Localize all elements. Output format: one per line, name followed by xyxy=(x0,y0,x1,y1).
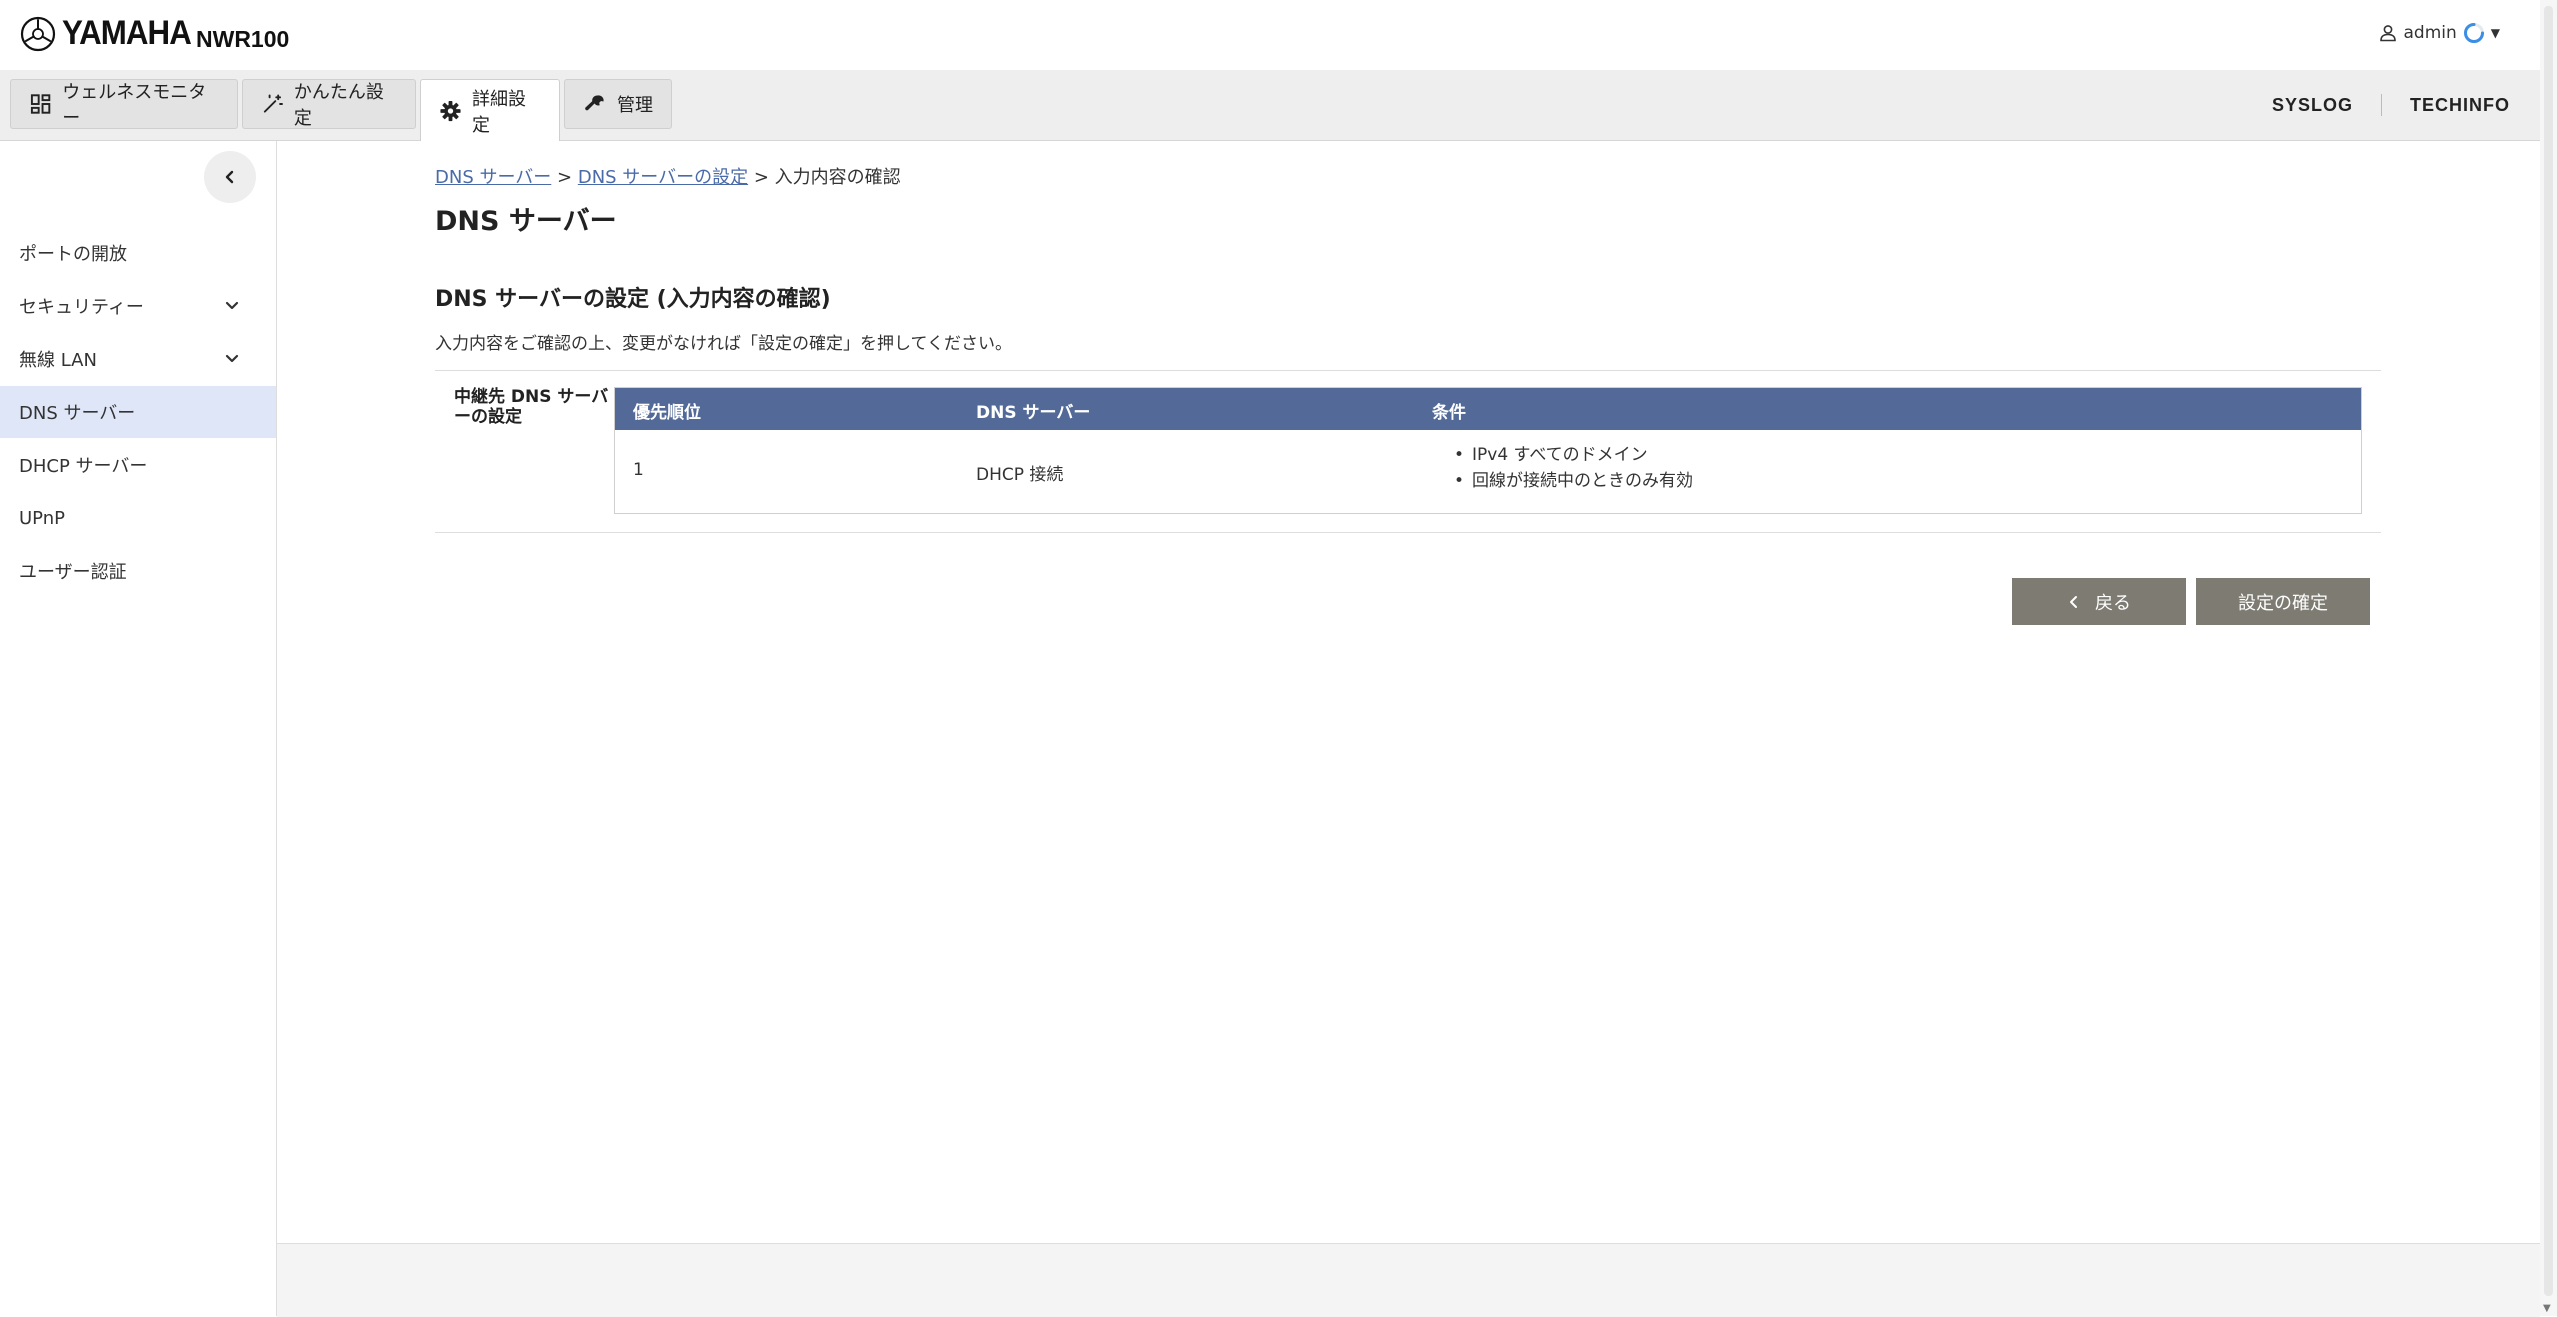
tab-management[interactable]: 管理 xyxy=(564,79,672,129)
breadcrumb-current: 入力内容の確認 xyxy=(774,167,901,188)
sidebar-item-label: UPnP xyxy=(19,507,65,529)
breadcrumb-link-dns-settings[interactable]: DNS サーバーの設定 xyxy=(578,167,748,188)
gear-icon xyxy=(440,100,461,121)
page-scrollbar[interactable]: ▼ xyxy=(2540,0,2557,1316)
tab-label: かんたん設定 xyxy=(293,82,384,129)
loading-spinner-icon xyxy=(2463,23,2484,43)
sidebar-item-dns-server[interactable]: DNS サーバー xyxy=(0,386,276,438)
column-header-dns-server: DNS サーバー xyxy=(976,403,1091,423)
sidebar-item-security[interactable]: セキュリティー xyxy=(0,280,276,332)
back-button-label: 戻る xyxy=(2095,592,2131,614)
chevron-left-icon xyxy=(225,170,234,184)
condition-item: 回線が接続中のときのみ有効 xyxy=(1452,468,1693,494)
divider xyxy=(435,370,2381,371)
dashboard-icon xyxy=(30,94,51,114)
confirm-settings-button[interactable]: 設定の確定 xyxy=(2196,578,2370,625)
sidebar: ポートの開放 セキュリティー 無線 LAN DNS サーバー DHCP サーバー… xyxy=(0,141,277,1316)
condition-item: IPv4 すべてのドメイン xyxy=(1452,442,1693,468)
user-menu[interactable]: admin ▼ xyxy=(2379,22,2500,44)
sidebar-item-label: セキュリティー xyxy=(19,297,144,318)
sidebar-item-upnp[interactable]: UPnP xyxy=(0,492,276,544)
brand-name: YAMAHA xyxy=(62,14,192,52)
sidebar-item-label: ポートの開放 xyxy=(19,244,127,265)
wrench-icon xyxy=(585,95,604,111)
back-button[interactable]: 戻る xyxy=(2012,578,2186,625)
tab-label: 詳細設定 xyxy=(472,88,526,136)
chevron-left-icon xyxy=(2070,595,2077,608)
column-header-priority: 優先順位 xyxy=(633,403,701,423)
cell-dns-server: DHCP 接続 xyxy=(976,465,1064,485)
tab-wellness-monitor[interactable]: ウェルネスモニター xyxy=(10,79,238,129)
cell-priority: 1 xyxy=(633,460,644,480)
breadcrumb: DNS サーバー > DNS サーバーの設定 > 入力内容の確認 xyxy=(435,163,901,189)
syslog-link[interactable]: SYSLOG xyxy=(2244,95,2381,116)
divider xyxy=(435,532,2381,533)
chevron-down-icon xyxy=(225,354,239,363)
sidebar-item-label: ユーザー認証 xyxy=(19,562,127,583)
column-header-conditions: 条件 xyxy=(1432,403,1466,423)
model-name: NWR100 xyxy=(196,26,290,52)
page-title: DNS サーバー xyxy=(435,206,617,237)
scroll-down-arrow-icon[interactable]: ▼ xyxy=(2543,1303,2551,1314)
tab-easy-setup[interactable]: かんたん設定 xyxy=(242,79,416,129)
sidebar-item-label: DHCP サーバー xyxy=(19,456,148,477)
sidebar-item-dhcp-server[interactable]: DHCP サーバー xyxy=(0,439,276,491)
footer xyxy=(277,1243,2540,1317)
collapse-sidebar-button[interactable] xyxy=(204,151,256,203)
sidebar-item-label: 無線 LAN xyxy=(19,350,97,371)
header-links: SYSLOG TECHINFO xyxy=(2244,94,2510,116)
top-header: YAMAHA NWR100 admin ▼ xyxy=(0,0,2540,70)
magic-wand-icon xyxy=(263,94,283,113)
yamaha-logo[interactable]: YAMAHA xyxy=(20,14,202,53)
sidebar-item-wireless-lan[interactable]: 無線 LAN xyxy=(0,333,276,385)
user-icon xyxy=(2380,25,2397,42)
breadcrumb-separator: > xyxy=(551,167,578,188)
breadcrumb-separator: > xyxy=(748,167,775,188)
sidebar-item-user-auth[interactable]: ユーザー認証 xyxy=(0,545,276,597)
chevron-down-icon xyxy=(225,301,239,310)
sidebar-item-port-open[interactable]: ポートの開放 xyxy=(0,227,276,279)
tab-label: ウェルネスモニター xyxy=(62,82,207,129)
scrollbar-thumb[interactable] xyxy=(2544,6,2553,1296)
main-content: DNS サーバー > DNS サーバーの設定 > 入力内容の確認 DNS サーバ… xyxy=(277,141,2540,1243)
main-nav-tabs: ウェルネスモニター かんたん設定 詳細設定 管理 SYSLOG TECHINFO xyxy=(0,70,2540,141)
techinfo-link[interactable]: TECHINFO xyxy=(2382,95,2510,116)
breadcrumb-link-dns-server[interactable]: DNS サーバー xyxy=(435,167,551,188)
table-header: 優先順位 DNS サーバー 条件 xyxy=(615,388,2361,430)
confirm-button-label: 設定の確定 xyxy=(2238,592,2328,614)
user-name: admin xyxy=(2403,23,2457,43)
sidebar-item-label: DNS サーバー xyxy=(19,403,136,424)
field-label-relay-dns: 中継先 DNS サーバーの設定 xyxy=(454,387,609,427)
yamaha-tuning-fork-icon xyxy=(20,16,56,51)
tab-label: 管理 xyxy=(617,95,653,116)
instruction-text: 入力内容をご確認の上、変更がなければ「設定の確定」を押してください。 xyxy=(435,334,1012,354)
caret-down-icon: ▼ xyxy=(2490,26,2500,40)
dns-settings-table: 優先順位 DNS サーバー 条件 1 DHCP 接続 IPv4 すべてのドメイン… xyxy=(614,387,2362,514)
cell-conditions: IPv4 すべてのドメイン 回線が接続中のときのみ有効 xyxy=(1452,442,1693,494)
section-title: DNS サーバーの設定 (入力内容の確認) xyxy=(435,287,831,312)
tab-advanced-settings[interactable]: 詳細設定 xyxy=(420,79,560,141)
